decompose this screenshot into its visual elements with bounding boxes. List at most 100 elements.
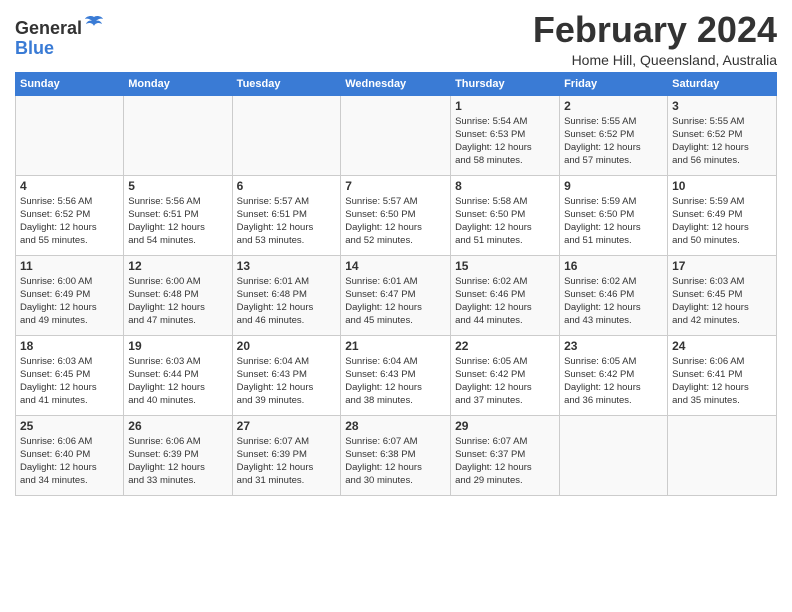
- table-row: [341, 95, 451, 175]
- day-info: Sunrise: 6:00 AMSunset: 6:49 PMDaylight:…: [20, 275, 119, 328]
- day-info: Sunrise: 6:04 AMSunset: 6:43 PMDaylight:…: [345, 355, 446, 408]
- day-number: 26: [128, 419, 227, 433]
- day-number: 12: [128, 259, 227, 273]
- table-row: 25 Sunrise: 6:06 AMSunset: 6:40 PMDayligh…: [16, 415, 124, 495]
- day-info: Sunrise: 6:07 AMSunset: 6:38 PMDaylight:…: [345, 435, 446, 488]
- calendar-week-3: 11 Sunrise: 6:00 AMSunset: 6:49 PMDayligh…: [16, 255, 777, 335]
- table-row: 21Sunrise: 6:04 AMSunset: 6:43 PMDayligh…: [341, 335, 451, 415]
- table-row: 29 Sunrise: 6:07 AMSunset: 6:37 PMDayligh…: [451, 415, 560, 495]
- day-info: Sunrise: 6:01 AMSunset: 6:47 PMDaylight:…: [345, 275, 446, 328]
- table-row: [124, 95, 232, 175]
- day-number: 22: [455, 339, 555, 353]
- calendar-week-2: 4 Sunrise: 5:56 AMSunset: 6:52 PMDaylight…: [16, 175, 777, 255]
- day-info: Sunrise: 5:56 AMSunset: 6:51 PMDaylight:…: [128, 195, 227, 248]
- table-row: 23 Sunrise: 6:05 AMSunset: 6:42 PMDayligh…: [560, 335, 668, 415]
- calendar-header-row: Sunday Monday Tuesday Wednesday Thursday…: [16, 72, 777, 95]
- day-info: Sunrise: 5:54 AMSunset: 6:53 PMDaylight:…: [455, 115, 555, 168]
- table-row: 22 Sunrise: 6:05 AMSunset: 6:42 PMDayligh…: [451, 335, 560, 415]
- logo-bird-icon: [84, 14, 104, 34]
- day-info: Sunrise: 6:00 AMSunset: 6:48 PMDaylight:…: [128, 275, 227, 328]
- day-info: Sunrise: 6:05 AMSunset: 6:42 PMDaylight:…: [564, 355, 663, 408]
- table-row: 10 Sunrise: 5:59 AMSunset: 6:49 PMDayligh…: [668, 175, 777, 255]
- day-number: 2: [564, 99, 663, 113]
- table-row: [668, 415, 777, 495]
- day-number: 7: [345, 179, 446, 193]
- table-row: 1 Sunrise: 5:54 AMSunset: 6:53 PMDaylight…: [451, 95, 560, 175]
- col-thursday: Thursday: [451, 72, 560, 95]
- table-row: 5Sunrise: 5:56 AMSunset: 6:51 PMDaylight…: [124, 175, 232, 255]
- header: General Blue February 2024 Home Hill, Qu…: [15, 10, 777, 68]
- table-row: 18 Sunrise: 6:03 AMSunset: 6:45 PMDayligh…: [16, 335, 124, 415]
- page-container: General Blue February 2024 Home Hill, Qu…: [0, 0, 792, 501]
- table-row: [560, 415, 668, 495]
- table-row: 12 Sunrise: 6:00 AMSunset: 6:48 PMDayligh…: [124, 255, 232, 335]
- col-friday: Friday: [560, 72, 668, 95]
- day-info: Sunrise: 6:02 AMSunset: 6:46 PMDaylight:…: [455, 275, 555, 328]
- day-info: Sunrise: 6:07 AMSunset: 6:37 PMDaylight:…: [455, 435, 555, 488]
- calendar-table: Sunday Monday Tuesday Wednesday Thursday…: [15, 72, 777, 496]
- table-row: 9Sunrise: 5:59 AMSunset: 6:50 PMDaylight…: [560, 175, 668, 255]
- table-row: 6 Sunrise: 5:57 AMSunset: 6:51 PMDaylight…: [232, 175, 341, 255]
- logo-general: General: [15, 18, 82, 38]
- day-number: 11: [20, 259, 119, 273]
- logo-blue: Blue: [15, 38, 54, 58]
- col-sunday: Sunday: [16, 72, 124, 95]
- calendar-week-5: 25 Sunrise: 6:06 AMSunset: 6:40 PMDayligh…: [16, 415, 777, 495]
- day-number: 3: [672, 99, 772, 113]
- day-number: 10: [672, 179, 772, 193]
- table-row: 26 Sunrise: 6:06 AMSunset: 6:39 PMDayligh…: [124, 415, 232, 495]
- day-info: Sunrise: 5:57 AMSunset: 6:50 PMDaylight:…: [345, 195, 446, 248]
- day-info: Sunrise: 6:02 AMSunset: 6:46 PMDaylight:…: [564, 275, 663, 328]
- day-info: Sunrise: 6:06 AMSunset: 6:39 PMDaylight:…: [128, 435, 227, 488]
- day-number: 24: [672, 339, 772, 353]
- logo: General Blue: [15, 14, 104, 59]
- day-info: Sunrise: 5:56 AMSunset: 6:52 PMDaylight:…: [20, 195, 119, 248]
- day-info: Sunrise: 6:01 AMSunset: 6:48 PMDaylight:…: [237, 275, 337, 328]
- table-row: 3 Sunrise: 5:55 AMSunset: 6:52 PMDaylight…: [668, 95, 777, 175]
- day-number: 18: [20, 339, 119, 353]
- table-row: 14Sunrise: 6:01 AMSunset: 6:47 PMDayligh…: [341, 255, 451, 335]
- table-row: 16Sunrise: 6:02 AMSunset: 6:46 PMDayligh…: [560, 255, 668, 335]
- table-row: 7 Sunrise: 5:57 AMSunset: 6:50 PMDaylight…: [341, 175, 451, 255]
- day-info: Sunrise: 5:58 AMSunset: 6:50 PMDaylight:…: [455, 195, 555, 248]
- table-row: 2 Sunrise: 5:55 AMSunset: 6:52 PMDaylight…: [560, 95, 668, 175]
- day-info: Sunrise: 5:55 AMSunset: 6:52 PMDaylight:…: [564, 115, 663, 168]
- day-info: Sunrise: 6:03 AMSunset: 6:44 PMDaylight:…: [128, 355, 227, 408]
- day-number: 1: [455, 99, 555, 113]
- table-row: [16, 95, 124, 175]
- day-number: 8: [455, 179, 555, 193]
- day-info: Sunrise: 5:59 AMSunset: 6:50 PMDaylight:…: [564, 195, 663, 248]
- day-info: Sunrise: 5:57 AMSunset: 6:51 PMDaylight:…: [237, 195, 337, 248]
- day-number: 23: [564, 339, 663, 353]
- col-saturday: Saturday: [668, 72, 777, 95]
- day-info: Sunrise: 6:04 AMSunset: 6:43 PMDaylight:…: [237, 355, 337, 408]
- col-wednesday: Wednesday: [341, 72, 451, 95]
- day-info: Sunrise: 5:55 AMSunset: 6:52 PMDaylight:…: [672, 115, 772, 168]
- month-title: February 2024: [533, 10, 777, 50]
- day-number: 29: [455, 419, 555, 433]
- table-row: 8 Sunrise: 5:58 AMSunset: 6:50 PMDaylight…: [451, 175, 560, 255]
- day-number: 28: [345, 419, 446, 433]
- calendar-week-1: 1 Sunrise: 5:54 AMSunset: 6:53 PMDaylight…: [16, 95, 777, 175]
- location-title: Home Hill, Queensland, Australia: [533, 52, 777, 68]
- day-number: 20: [237, 339, 337, 353]
- day-number: 4: [20, 179, 119, 193]
- day-number: 25: [20, 419, 119, 433]
- day-info: Sunrise: 5:59 AMSunset: 6:49 PMDaylight:…: [672, 195, 772, 248]
- table-row: 19Sunrise: 6:03 AMSunset: 6:44 PMDayligh…: [124, 335, 232, 415]
- table-row: 11 Sunrise: 6:00 AMSunset: 6:49 PMDayligh…: [16, 255, 124, 335]
- day-info: Sunrise: 6:07 AMSunset: 6:39 PMDaylight:…: [237, 435, 337, 488]
- day-info: Sunrise: 6:06 AMSunset: 6:41 PMDaylight:…: [672, 355, 772, 408]
- day-info: Sunrise: 6:05 AMSunset: 6:42 PMDaylight:…: [455, 355, 555, 408]
- table-row: 4 Sunrise: 5:56 AMSunset: 6:52 PMDaylight…: [16, 175, 124, 255]
- col-tuesday: Tuesday: [232, 72, 341, 95]
- day-info: Sunrise: 6:06 AMSunset: 6:40 PMDaylight:…: [20, 435, 119, 488]
- table-row: 28 Sunrise: 6:07 AMSunset: 6:38 PMDayligh…: [341, 415, 451, 495]
- title-section: February 2024 Home Hill, Queensland, Aus…: [533, 10, 777, 68]
- col-monday: Monday: [124, 72, 232, 95]
- day-number: 15: [455, 259, 555, 273]
- day-number: 6: [237, 179, 337, 193]
- day-info: Sunrise: 6:03 AMSunset: 6:45 PMDaylight:…: [20, 355, 119, 408]
- calendar-week-4: 18 Sunrise: 6:03 AMSunset: 6:45 PMDayligh…: [16, 335, 777, 415]
- day-number: 13: [237, 259, 337, 273]
